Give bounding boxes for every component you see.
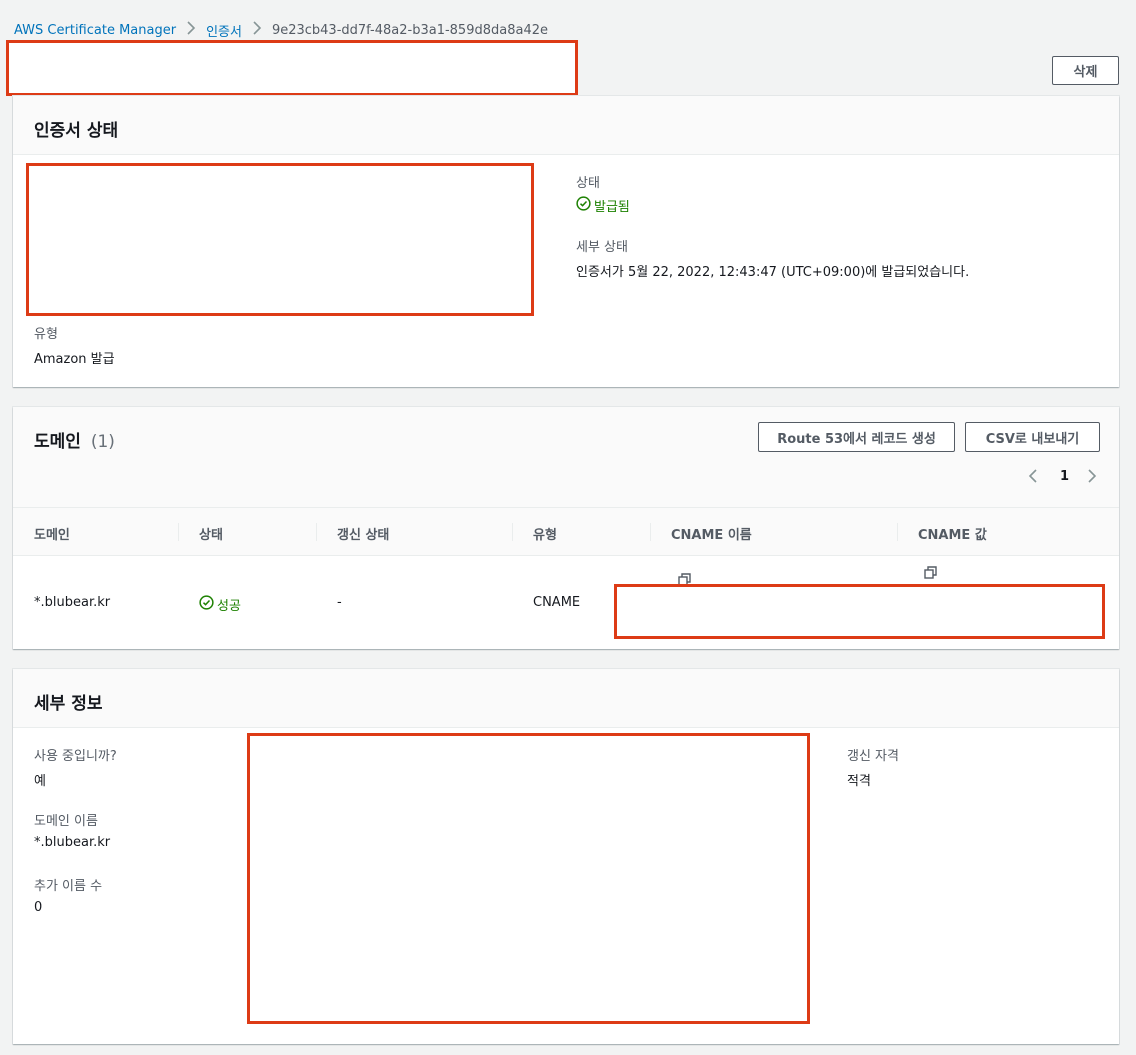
chevron-right-icon[interactable] — [1086, 468, 1098, 488]
renewal-eligibility-label: 갱신 자격 — [847, 749, 899, 764]
column-divider — [178, 523, 179, 541]
detail-status-label: 세부 상태 — [576, 240, 628, 255]
domains-count: (1) — [90, 432, 115, 452]
additional-names-label: 추가 이름 수 — [34, 879, 103, 894]
row-status-text: 성공 — [217, 599, 241, 614]
column-header-status[interactable]: 상태 — [199, 524, 223, 543]
row-type: CNAME — [533, 595, 581, 610]
in-use-label: 사용 중입니까? — [34, 749, 117, 764]
additional-names-value: 0 — [34, 900, 43, 915]
delete-button[interactable]: 삭제 — [1052, 56, 1119, 85]
panel-title: 세부 정보 — [34, 694, 103, 714]
breadcrumb-current: 9e23cb43-dd7f-48a2-b3a1-859d8da8a42e — [271, 22, 548, 38]
chevron-right-icon — [252, 21, 262, 39]
check-circle-icon — [576, 196, 591, 215]
panel-title: 도메인 (1) — [34, 427, 115, 452]
column-header-domain[interactable]: 도메인 — [34, 524, 70, 543]
chevron-right-icon — [186, 21, 196, 39]
column-divider — [512, 523, 513, 541]
row-domain: *.blubear.kr — [34, 595, 111, 610]
create-route53-records-button[interactable]: Route 53에서 레코드 생성 — [758, 422, 955, 452]
check-circle-icon — [199, 595, 214, 614]
panel-header: 세부 정보 — [13, 669, 1119, 728]
in-use-value: 예 — [34, 774, 46, 789]
status-value: 발급됨 — [576, 196, 630, 215]
breadcrumb-section-link[interactable]: 인증서 — [206, 21, 242, 40]
redacted-status-info — [26, 163, 534, 316]
export-csv-button[interactable]: CSV로 내보내기 — [965, 422, 1100, 452]
panel-title: 인증서 상태 — [34, 121, 119, 141]
column-header-cname-value[interactable]: CNAME 값 — [918, 524, 987, 543]
breadcrumb: AWS Certificate Manager 인증서 9e23cb43-dd7… — [14, 20, 548, 40]
table-header: 도메인 상태 갱신 상태 유형 CNAME 이름 CNAME 값 — [13, 507, 1119, 556]
column-divider — [650, 523, 651, 541]
redacted-cname-values — [614, 584, 1105, 639]
domain-name-label: 도메인 이름 — [34, 814, 98, 829]
panel-header: 인증서 상태 — [13, 96, 1119, 155]
domain-name-value: *.blubear.kr — [34, 835, 111, 850]
breadcrumb-service-link[interactable]: AWS Certificate Manager — [14, 23, 176, 38]
renewal-eligibility-value: 적격 — [847, 774, 871, 789]
panel-header: 도메인 (1) Route 53에서 레코드 생성 CSV로 내보내기 1 — [13, 407, 1119, 507]
redacted-page-title — [6, 40, 578, 96]
status-label: 상태 — [576, 176, 600, 191]
redacted-details — [247, 733, 810, 1024]
column-divider — [316, 523, 317, 541]
copy-icon[interactable] — [924, 566, 938, 584]
domains-title: 도메인 — [34, 432, 81, 452]
status-text: 발급됨 — [594, 200, 630, 215]
row-renewal-status: - — [337, 595, 342, 610]
row-status: 성공 — [199, 595, 241, 614]
column-divider — [897, 523, 898, 541]
type-label: 유형 — [34, 327, 58, 342]
detail-status-value: 인증서가 5월 22, 2022, 12:43:47 (UTC+09:00)에 … — [576, 265, 970, 280]
type-value: Amazon 발급 — [34, 352, 115, 367]
column-header-renewal-status[interactable]: 갱신 상태 — [337, 524, 389, 543]
column-header-type[interactable]: 유형 — [533, 524, 557, 543]
chevron-left-icon[interactable] — [1027, 468, 1039, 488]
page-number[interactable]: 1 — [1060, 469, 1069, 484]
column-header-cname-name[interactable]: CNAME 이름 — [671, 524, 752, 543]
